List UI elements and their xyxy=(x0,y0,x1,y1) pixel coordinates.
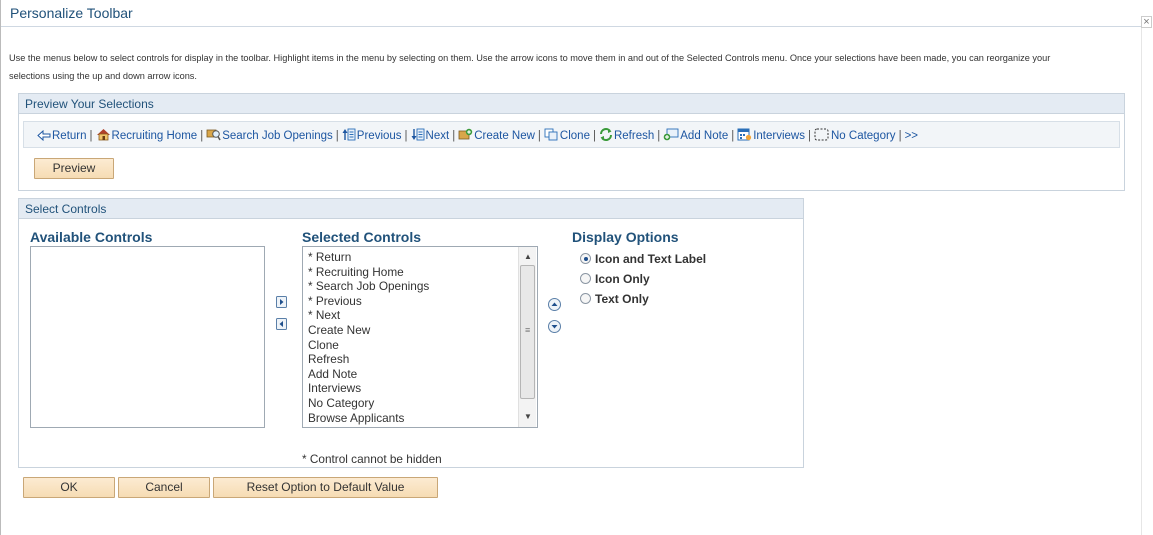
toolbar-next-label: Next xyxy=(425,130,450,142)
scroll-up-icon[interactable]: ▲ xyxy=(519,249,537,265)
dialog-title-bar: Personalize Toolbar xyxy=(1,0,1142,27)
instructions-text: Use the menus below to select controls f… xyxy=(9,53,1051,81)
toolbar-add-note[interactable]: Add Note xyxy=(663,128,728,142)
toolbar-separator: | xyxy=(200,130,204,142)
preview-selections-header: Preview Your Selections xyxy=(19,94,1124,114)
toolbar-previous[interactable]: Previous xyxy=(342,128,402,142)
toolbar-next[interactable]: Next xyxy=(411,128,450,142)
toolbar-separator: | xyxy=(592,130,596,142)
toolbar-create-new[interactable]: Create New xyxy=(458,128,535,142)
toolbar-return-label: Return xyxy=(52,130,87,142)
list-item[interactable]: * Next xyxy=(308,308,429,323)
list-item[interactable]: No Category xyxy=(308,396,429,411)
list-item[interactable]: * Previous xyxy=(308,294,429,309)
hidden-control-footnote: * Control cannot be hidden xyxy=(302,452,442,466)
available-controls-list[interactable] xyxy=(30,246,265,428)
toolbar-refresh-label: Refresh xyxy=(613,130,655,142)
toolbar-clone[interactable]: Clone xyxy=(544,128,590,142)
list-item[interactable]: Interviews xyxy=(308,381,429,396)
move-down-icon[interactable] xyxy=(548,320,561,333)
radio-icon-and-text[interactable]: Icon and Text Label xyxy=(580,252,706,266)
available-controls-heading: Available Controls xyxy=(30,229,153,245)
dialog-title: Personalize Toolbar xyxy=(10,5,133,21)
selected-controls-list[interactable]: * Return * Recruiting Home * Search Job … xyxy=(302,246,538,428)
toolbar-search-job-openings-label: Search Job Openings xyxy=(222,130,333,142)
list-item[interactable]: Create New xyxy=(308,323,429,338)
back-arrow-icon xyxy=(37,129,51,142)
preview-selections-group: Preview Your Selections Return | Recruitin… xyxy=(18,93,1125,191)
window-border xyxy=(0,0,1,535)
radio-text-only[interactable]: Text Only xyxy=(580,292,649,306)
radio-button[interactable] xyxy=(580,273,591,284)
preview-button[interactable]: Preview xyxy=(34,158,114,179)
toolbar-more-link[interactable]: >> xyxy=(905,130,918,142)
radio-button[interactable] xyxy=(580,293,591,304)
selected-controls-heading: Selected Controls xyxy=(302,229,422,245)
toolbar-clone-label: Clone xyxy=(559,130,590,142)
toolbar-interviews[interactable]: Interviews xyxy=(737,128,805,142)
radio-icon-only[interactable]: Icon Only xyxy=(580,272,650,286)
list-item[interactable]: Add Note xyxy=(308,367,429,382)
reset-default-button[interactable]: Reset Option to Default Value xyxy=(213,477,438,498)
toolbar-recruiting-home[interactable]: Recruiting Home xyxy=(96,128,198,142)
toolbar-separator: | xyxy=(89,130,93,142)
list-item[interactable]: * Search Job Openings xyxy=(308,279,429,294)
add-note-icon xyxy=(663,128,679,141)
grip-icon: ≡ xyxy=(525,325,531,335)
scroll-down-icon[interactable]: ▼ xyxy=(519,409,537,425)
list-item[interactable]: Browse Applicants xyxy=(308,411,429,426)
move-right-icon[interactable] xyxy=(276,296,287,308)
toolbar-recruiting-home-label: Recruiting Home xyxy=(111,130,198,142)
move-left-icon[interactable] xyxy=(276,318,287,330)
toolbar-separator: | xyxy=(657,130,661,142)
preview-toolbar: Return | Recruiting Home | Search Job Openin… xyxy=(23,121,1120,148)
ok-button[interactable]: OK xyxy=(23,477,115,498)
cancel-button[interactable]: Cancel xyxy=(118,477,210,498)
clone-icon xyxy=(544,128,558,141)
toolbar-refresh[interactable]: Refresh xyxy=(599,128,654,142)
radio-label: Icon Only xyxy=(595,272,650,286)
toolbar-separator: | xyxy=(731,130,735,142)
next-icon xyxy=(411,128,424,141)
create-new-icon xyxy=(458,128,473,140)
list-item[interactable]: Refresh xyxy=(308,352,429,367)
list-item[interactable]: * Return xyxy=(308,250,429,265)
no-category-icon xyxy=(814,128,829,141)
radio-label: Text Only xyxy=(595,292,649,306)
home-icon xyxy=(96,129,110,141)
toolbar-separator: | xyxy=(808,130,811,142)
toolbar-separator: | xyxy=(452,130,456,142)
list-item[interactable]: Clone xyxy=(308,338,429,353)
toolbar-add-note-label: Add Note xyxy=(680,130,729,142)
scrollbar-thumb[interactable]: ≡ xyxy=(520,265,535,399)
refresh-icon xyxy=(599,128,612,141)
radio-button[interactable] xyxy=(580,253,591,264)
selected-list-scrollbar[interactable]: ▲ ≡ ▼ xyxy=(518,247,536,427)
search-job-icon xyxy=(206,129,221,141)
window-border-right xyxy=(1141,20,1142,535)
toolbar-create-new-label: Create New xyxy=(474,130,535,142)
toolbar-interviews-label: Interviews xyxy=(753,130,805,142)
move-up-icon[interactable] xyxy=(548,298,561,311)
selected-controls-items: * Return * Recruiting Home * Search Job … xyxy=(308,250,429,425)
interviews-icon xyxy=(737,128,752,141)
toolbar-previous-label: Previous xyxy=(356,130,402,142)
toolbar-separator: | xyxy=(537,130,541,142)
toolbar-no-category-label: No Category xyxy=(831,130,896,142)
close-icon[interactable]: × xyxy=(1141,16,1152,28)
toolbar-separator: | xyxy=(898,130,902,142)
select-controls-header: Select Controls xyxy=(19,199,803,219)
previous-icon xyxy=(342,128,356,141)
radio-label: Icon and Text Label xyxy=(595,252,707,266)
list-item[interactable]: * Recruiting Home xyxy=(308,265,429,280)
toolbar-return[interactable]: Return xyxy=(37,129,87,142)
toolbar-no-category[interactable]: No Category xyxy=(814,128,896,142)
toolbar-separator: | xyxy=(335,130,339,142)
toolbar-separator: | xyxy=(404,130,408,142)
display-options-heading: Display Options xyxy=(572,229,679,245)
toolbar-search-job-openings[interactable]: Search Job Openings xyxy=(206,128,333,142)
